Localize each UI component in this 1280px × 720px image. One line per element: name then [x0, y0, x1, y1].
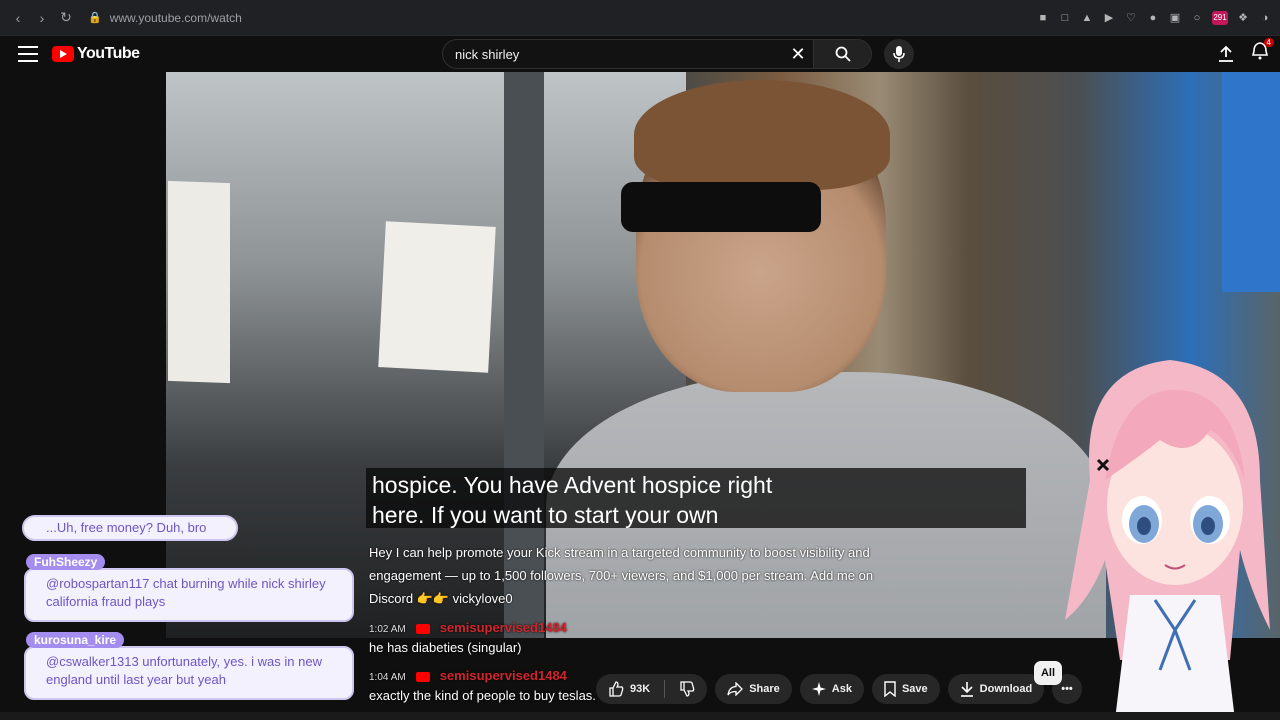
address-bar[interactable]: 🔒 www.youtube.com/watch	[88, 11, 242, 25]
extension-icon[interactable]: ○	[1190, 11, 1204, 25]
share-button[interactable]: Share	[715, 674, 792, 704]
extension-icon[interactable]: ●	[1146, 11, 1160, 25]
notifications-button[interactable]: 4	[1251, 38, 1274, 65]
youtube-logo[interactable]: YouTube	[52, 45, 140, 63]
upload-icon[interactable]	[1218, 45, 1234, 63]
ask-button[interactable]: Ask	[799, 674, 864, 704]
video-captions: hospice. You have Advent hospice right h…	[366, 468, 1026, 528]
ask-label: Ask	[831, 683, 852, 695]
back-icon[interactable]: ‹	[8, 8, 28, 28]
chat-nametag: FuhSheezy	[26, 554, 106, 570]
like-button[interactable]: 93K	[596, 674, 708, 704]
extension-icon[interactable]: □	[1058, 11, 1072, 25]
caption-line: hospice. You have Advent hospice right	[372, 472, 773, 498]
download-icon	[960, 682, 973, 697]
url-text: www.youtube.com/watch	[109, 10, 242, 25]
chat-timestamp: 1:02 AM	[369, 624, 406, 635]
video-actions: 93K Share Ask Save Download •••	[596, 674, 1082, 704]
extension-icon[interactable]: ▣	[1168, 11, 1182, 25]
extension-icon[interactable]: ■	[1036, 11, 1050, 25]
bottom-bar	[0, 712, 1280, 720]
microphone-icon	[893, 46, 905, 62]
voice-search-button[interactable]	[884, 39, 914, 69]
video-scene-sunglasses	[621, 182, 821, 232]
browser-toolbar: ‹ › ↻ 🔒 www.youtube.com/watch ■ □ ▲ ▶ ♡ …	[0, 0, 1280, 36]
search-button[interactable]	[813, 40, 871, 68]
heart-icon[interactable]: ♡	[1124, 11, 1138, 25]
chat-bubble-top: ...Uh, free money? Duh, bro	[22, 515, 238, 541]
bookmark-icon	[884, 681, 896, 697]
extension-badge[interactable]: 291	[1212, 10, 1228, 25]
chat-timestamp: 1:04 AM	[369, 672, 406, 683]
share-icon	[727, 682, 744, 696]
profile-icon[interactable]: ◑	[1258, 11, 1272, 25]
save-label: Save	[901, 683, 928, 695]
chat-bubble: @cswalker1313 unfortunately, yes. i was …	[24, 646, 354, 700]
share-label: Share	[749, 683, 780, 695]
header-actions: 4	[1218, 38, 1274, 65]
forward-icon[interactable]: ›	[32, 8, 52, 28]
video-scene-hair	[634, 80, 890, 190]
search-icon	[835, 46, 851, 62]
puzzle-icon[interactable]: ❖	[1236, 11, 1250, 25]
play-icon[interactable]: ▶	[1102, 11, 1116, 25]
extensions-area: ■ □ ▲ ▶ ♡ ● ▣ ○ 291 ❖ ◑	[1036, 10, 1272, 25]
hamburger-menu-icon[interactable]	[18, 46, 38, 62]
video-scene-sky	[1222, 72, 1280, 292]
divider	[664, 680, 666, 698]
save-button[interactable]: Save	[871, 674, 940, 704]
like-count: 93K	[630, 683, 651, 695]
sparkle-icon	[811, 682, 826, 696]
thumbs-up-icon	[609, 681, 624, 697]
youtube-icon	[415, 671, 430, 682]
download-button[interactable]: Download	[947, 674, 1045, 704]
youtube-header: YouTube nick shirley ✕ 4	[0, 36, 1280, 72]
chat-bubble: @robospartan117 chat burning while nick …	[24, 568, 354, 622]
chat-message-text: he has diabeties (singular)	[369, 640, 522, 655]
chat-message-text: exactly the kind of people to buy teslas…	[369, 688, 596, 703]
logo-text: YouTube	[77, 45, 140, 62]
search-box[interactable]: nick shirley ✕	[442, 39, 872, 69]
youtube-icon	[415, 623, 430, 634]
clear-search-icon[interactable]: ✕	[783, 44, 813, 65]
chat-username: semisupervised1484	[439, 620, 567, 635]
chat-username: semisupervised1484	[439, 668, 567, 683]
lock-icon: 🔒	[88, 12, 102, 24]
search-input[interactable]: nick shirley	[455, 47, 783, 62]
download-label: Download	[979, 683, 1033, 695]
shield-icon[interactable]: ▲	[1080, 11, 1094, 25]
thumbs-down-icon[interactable]	[679, 681, 695, 697]
chat-message: 1:04 AM semisupervised1484	[369, 668, 567, 683]
video-scene-notice	[378, 221, 496, 373]
chat-bubble-text: @robospartan117 chat burning while nick …	[46, 576, 326, 609]
reload-icon[interactable]: ↻	[56, 8, 76, 28]
chat-bubble-text: @cswalker1313 unfortunately, yes. i was …	[46, 654, 322, 687]
caption-line: here. If you want to start your own	[372, 502, 719, 528]
vtuber-avatar	[1065, 360, 1270, 720]
youtube-play-icon	[52, 46, 74, 62]
notification-count: 4	[1263, 38, 1274, 47]
chip-all[interactable]: All	[1034, 661, 1062, 685]
chat-promo-message: Hey I can help promote your Kick stream …	[369, 545, 874, 606]
chat-nametag: kurosuna_kire	[26, 632, 125, 648]
video-scene-paper	[168, 180, 230, 384]
chat-message: 1:02 AM semisupervised1484	[369, 620, 567, 635]
